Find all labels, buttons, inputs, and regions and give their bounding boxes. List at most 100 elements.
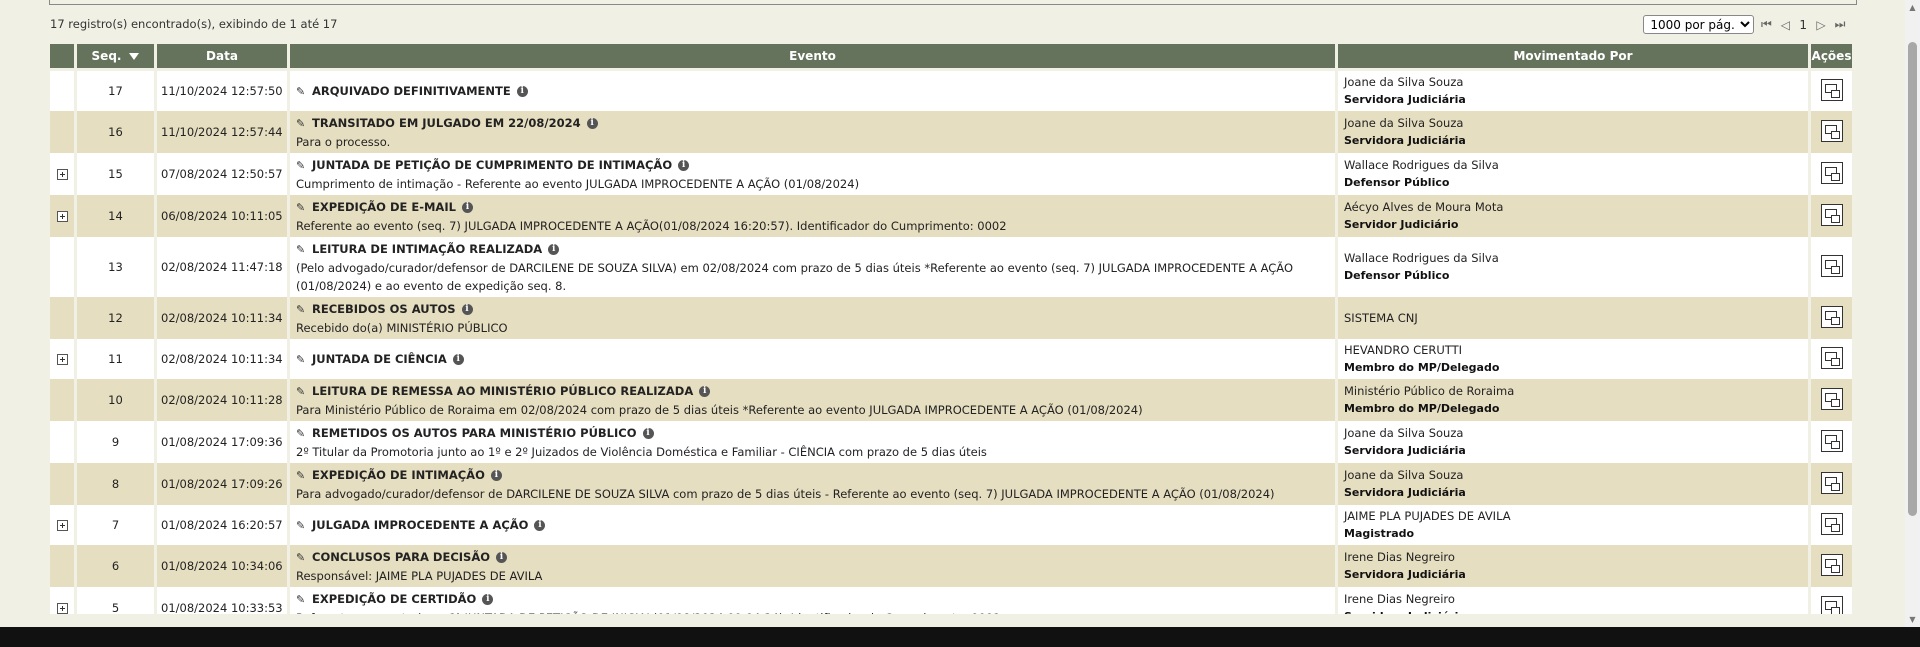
pencil-icon[interactable]: ✎: [296, 425, 312, 443]
info-icon[interactable]: i: [699, 386, 711, 397]
document-actions-icon[interactable]: [1820, 346, 1843, 369]
sort-desc-icon[interactable]: [129, 53, 140, 60]
document-actions-icon[interactable]: [1820, 512, 1843, 535]
pencil-icon[interactable]: ✎: [296, 467, 312, 485]
col-seq[interactable]: Seq.: [77, 44, 154, 71]
document-actions-icon[interactable]: [1820, 595, 1843, 614]
document-actions-icon[interactable]: [1820, 387, 1843, 410]
events-grid: Seq. Data Evento Movimentado Por Ações 1…: [50, 44, 1855, 614]
moved-by-name: Joane da Silva Souza: [1344, 75, 1464, 89]
per-page-select[interactable]: 1000 por pág.: [1643, 15, 1755, 34]
document-actions-icon[interactable]: [1820, 429, 1843, 452]
moved-by-cell: Wallace Rodrigues da Silva Defensor Públi…: [1338, 153, 1808, 195]
table-row[interactable]: 17 11/10/2024 12:57:50 ✎ ARQUIVADO DEFINITI…: [50, 71, 1852, 111]
document-actions-icon[interactable]: [1820, 305, 1843, 328]
pencil-icon[interactable]: ✎: [296, 83, 312, 101]
info-icon[interactable]: i: [482, 594, 494, 605]
current-page[interactable]: 1: [1797, 18, 1809, 32]
scroll-up-icon[interactable]: ▲: [1905, 0, 1920, 15]
table-row[interactable]: 8 01/08/2024 17:09:26 ✎ EXPEDIÇÃO DE INTIMA…: [50, 463, 1852, 505]
col-evento[interactable]: Evento: [290, 44, 1335, 71]
last-page-icon[interactable]: ⏭: [1833, 17, 1847, 32]
pencil-icon[interactable]: ✎: [296, 157, 312, 175]
pencil-icon[interactable]: ✎: [296, 591, 312, 609]
info-icon[interactable]: i: [461, 304, 473, 315]
next-page-icon[interactable]: ▷: [1814, 18, 1828, 32]
moved-by-name: Wallace Rodrigues da Silva: [1344, 251, 1499, 265]
pencil-icon[interactable]: ✎: [296, 517, 312, 535]
expand-cell: [50, 153, 74, 195]
seq-cell: 16: [77, 111, 154, 153]
table-row[interactable]: 10 02/08/2024 10:11:28 ✎ LEITURA DE REMESSA…: [50, 379, 1852, 421]
info-icon[interactable]: i: [490, 470, 502, 481]
table-row[interactable]: 12 02/08/2024 10:11:34 ✎ RECEBIDOS OS AUTOS…: [50, 297, 1852, 339]
moved-by-role: Membro do MP/Delegado: [1344, 402, 1500, 415]
expand-plus-icon[interactable]: [56, 603, 68, 614]
info-icon[interactable]: i: [516, 86, 528, 97]
document-actions-icon[interactable]: [1820, 203, 1843, 226]
pencil-icon[interactable]: ✎: [296, 301, 312, 319]
actions-cell: [1811, 237, 1852, 297]
expand-plus-icon[interactable]: [56, 354, 68, 365]
seq-cell: 14: [77, 195, 154, 237]
event-cell: ✎ REMETIDOS OS AUTOS PARA MINISTÉRIO PÚBL…: [290, 421, 1335, 463]
moved-by-role: Servidora Judiciária: [1344, 608, 1802, 614]
first-page-icon[interactable]: ⏮: [1759, 17, 1773, 32]
moved-by-role: Servidora Judiciária: [1344, 486, 1466, 499]
document-actions-icon[interactable]: [1820, 78, 1843, 101]
pencil-icon[interactable]: ✎: [296, 241, 312, 259]
pencil-icon[interactable]: ✎: [296, 549, 312, 567]
info-icon[interactable]: i: [496, 552, 507, 563]
info-icon[interactable]: i: [678, 160, 690, 171]
page-scrollbar[interactable]: ▲ ▼: [1905, 0, 1920, 627]
event-description: Referente ao evento (seq. 1) JUNTADA DE …: [296, 609, 1329, 614]
expand-cell: [50, 297, 74, 339]
prev-page-icon[interactable]: ◁: [1778, 18, 1792, 32]
table-row[interactable]: 5 01/08/2024 10:33:53 ✎ EXPEDIÇÃO DE CERTID…: [50, 587, 1852, 614]
info-icon[interactable]: i: [461, 202, 473, 213]
document-actions-icon[interactable]: [1820, 553, 1843, 576]
moved-by-name: Ministério Público de Roraima: [1344, 384, 1515, 398]
info-icon[interactable]: i: [586, 118, 598, 129]
expand-cell: [50, 421, 74, 463]
table-row[interactable]: 7 01/08/2024 16:20:57 ✎ JULGADA IMPROCEDENT…: [50, 505, 1852, 545]
moved-by-name: Wallace Rodrigues da Silva: [1344, 158, 1499, 172]
pencil-icon[interactable]: ✎: [296, 351, 312, 369]
info-icon[interactable]: i: [642, 428, 654, 439]
event-description: Para advogado/curador/defensor de DARCIL…: [296, 487, 1275, 501]
event-description: 2º Titular da Promotoria junto ao 1º e 2…: [296, 445, 987, 459]
date-cell: 11/10/2024 12:57:50: [157, 71, 287, 111]
document-actions-icon[interactable]: [1820, 161, 1843, 184]
table-row[interactable]: 16 11/10/2024 12:57:44 ✎ TRANSITADO EM JULG…: [50, 111, 1852, 153]
document-actions-icon[interactable]: [1820, 119, 1843, 142]
info-icon[interactable]: i: [534, 520, 546, 531]
table-row[interactable]: 14 06/08/2024 10:11:05 ✎ EXPEDIÇÃO DE E-MAI…: [50, 195, 1852, 237]
info-icon[interactable]: i: [548, 244, 560, 255]
col-movimentado[interactable]: Movimentado Por: [1338, 44, 1808, 71]
scroll-thumb[interactable]: [1908, 42, 1917, 516]
table-row[interactable]: 11 02/08/2024 10:11:34 ✎ JUNTADA DE CIÊNCIA…: [50, 339, 1852, 379]
expand-cell: [50, 463, 74, 505]
table-row[interactable]: 15 07/08/2024 12:50:57 ✎ JUNTADA DE PETIÇÃO…: [50, 153, 1852, 195]
expand-plus-icon[interactable]: [56, 169, 68, 180]
expand-plus-icon[interactable]: [56, 520, 68, 531]
pencil-icon[interactable]: ✎: [296, 383, 312, 401]
seq-cell: 5: [77, 587, 154, 614]
expand-plus-icon[interactable]: [56, 211, 68, 222]
actions-cell: [1811, 195, 1852, 237]
moved-by-cell: Joane da Silva Souza Servidora Judiciária: [1338, 71, 1808, 111]
pencil-icon[interactable]: ✎: [296, 115, 312, 133]
table-row[interactable]: 9 01/08/2024 17:09:36 ✎ REMETIDOS OS AUTOS …: [50, 421, 1852, 463]
col-data[interactable]: Data: [157, 44, 287, 71]
expand-cell: [50, 71, 74, 111]
event-cell: ✎ JULGADA IMPROCEDENTE A AÇÃO i: [290, 505, 1335, 545]
document-actions-icon[interactable]: [1820, 254, 1843, 277]
pencil-icon[interactable]: ✎: [296, 199, 312, 217]
event-cell: ✎ CONCLUSOS PARA DECISÃO i Responsável: JAI…: [290, 545, 1335, 587]
document-actions-icon[interactable]: [1820, 471, 1843, 494]
table-row[interactable]: 13 02/08/2024 11:47:18 ✎ LEITURA DE INTIMAÇ…: [50, 237, 1852, 297]
scroll-down-icon[interactable]: ▼: [1905, 612, 1920, 627]
table-row[interactable]: 6 01/08/2024 10:34:06 ✎ CONCLUSOS PARA DECI…: [50, 545, 1852, 587]
moved-by-cell: Joane da Silva Souza Servidora Judiciária: [1338, 421, 1808, 463]
info-icon[interactable]: i: [452, 354, 464, 365]
